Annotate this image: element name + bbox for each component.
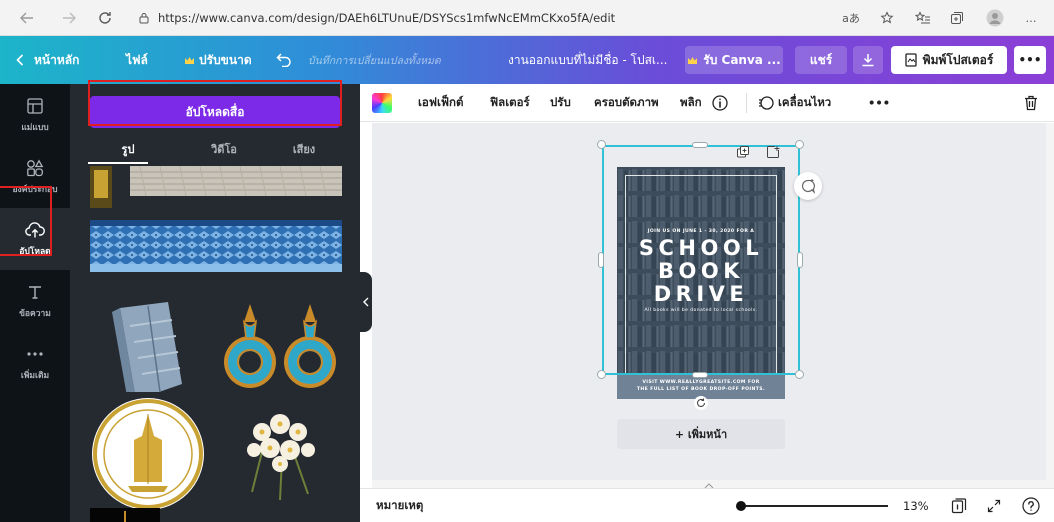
print-icon: [905, 53, 917, 67]
color-picker-swatch[interactable]: [372, 93, 392, 113]
highlight-uploads-annotation: [0, 186, 52, 256]
highlight-upload-button-annotation: [88, 80, 342, 126]
uploaded-image-thumbnail[interactable]: [90, 508, 160, 522]
chevron-left-icon: [16, 54, 24, 66]
rotate-icon[interactable]: [694, 396, 708, 410]
uploaded-image-thumbnail[interactable]: [88, 392, 210, 510]
active-tab-indicator: [88, 162, 148, 164]
collapse-panel-handle[interactable]: [360, 272, 372, 332]
add-page-corner-icon[interactable]: [766, 145, 780, 159]
status-bar: หมายเหตุ 13%: [360, 488, 1054, 522]
resize-handle-top-right[interactable]: [795, 140, 804, 149]
browser-menu-icon[interactable]: …: [1020, 8, 1042, 28]
animate-label: เคลื่อนไหว: [778, 95, 832, 109]
profile-avatar-icon[interactable]: [984, 8, 1006, 28]
more-options-button[interactable]: •••: [1014, 46, 1046, 74]
selection-outline: [602, 145, 800, 375]
fullscreen-icon[interactable]: [985, 497, 1003, 515]
undo-icon[interactable]: [276, 36, 292, 84]
add-page-button[interactable]: + เพิ่มหน้า: [617, 419, 785, 449]
print-label: พิมพ์โปสเตอร์: [922, 52, 994, 67]
zoom-slider-track[interactable]: [738, 505, 888, 507]
save-status: บันทึกการเปลี่ยนแปลงทั้งหมด: [308, 54, 441, 67]
help-icon[interactable]: [1022, 497, 1040, 515]
toolbar-more-button[interactable]: •••: [868, 84, 890, 122]
forward-arrow-icon[interactable]: [60, 9, 78, 27]
home-button[interactable]: หน้าหลัก: [16, 36, 79, 84]
rail-item-templates[interactable]: แม่แบบ: [0, 84, 70, 146]
resize-handle-top-left[interactable]: [597, 140, 606, 149]
media-tabs: รูป วิดีโอ เสียง: [70, 140, 360, 164]
lock-icon: [138, 12, 150, 24]
crown-icon: [184, 56, 195, 65]
favorites-list-icon[interactable]: [912, 8, 934, 28]
resize-handle-top[interactable]: [692, 142, 708, 148]
duplicate-icon[interactable]: [737, 146, 749, 158]
resize-button[interactable]: ปรับขนาด: [184, 36, 252, 84]
resize-handle-right[interactable]: [797, 252, 803, 268]
file-menu-button[interactable]: ไฟล์: [126, 36, 148, 84]
add-comment-icon[interactable]: [794, 172, 822, 200]
adjust-button[interactable]: ปรับ: [550, 84, 571, 122]
resize-label: ปรับขนาด: [199, 52, 252, 67]
zoom-level[interactable]: 13%: [903, 489, 929, 522]
rail-label: ข้อความ: [19, 309, 51, 319]
browser-toolbar: https://www.canva.com/design/DAEh6LTUnuE…: [0, 0, 1054, 36]
rail-item-more[interactable]: เพิ่มเติม: [0, 332, 70, 394]
design-title[interactable]: งานออกแบบที่ไม่มีชื่อ - โปสเ...: [508, 36, 667, 84]
crown-icon: [687, 56, 698, 65]
editor-header: หน้าหลัก ไฟล์ ปรับขนาด บันทึกการเปลี่ยนแ…: [0, 36, 1054, 84]
collections-icon[interactable]: [946, 8, 968, 28]
favorite-star-icon[interactable]: [876, 8, 898, 28]
address-bar[interactable]: https://www.canva.com/design/DAEh6LTUnuE…: [138, 6, 818, 30]
uploaded-image-thumbnail[interactable]: [222, 392, 340, 510]
trash-icon[interactable]: [1024, 84, 1038, 122]
resize-handle-bottom[interactable]: [692, 372, 708, 378]
animate-button[interactable]: เคลื่อนไหว: [758, 84, 831, 122]
rail-label: เพิ่มเติม: [20, 371, 50, 381]
elements-icon: [25, 158, 45, 178]
side-nav-rail: แม่แบบ องค์ประกอบ อัปโหลด ข้อความ เพิ่มเ…: [0, 84, 70, 522]
effects-button[interactable]: เอฟเฟ็กต์: [418, 84, 463, 122]
image-toolbar: เอฟเฟ็กต์ ฟิลเตอร์ ปรับ ครอบตัดภาพ พลิก …: [360, 84, 1054, 122]
resize-handle-bottom-left[interactable]: [597, 370, 606, 379]
poster-footer-line1: VISIT WWW.REALLYGREATSITE.COM FOR: [642, 380, 760, 385]
rail-label: แม่แบบ: [21, 123, 49, 133]
page-count-icon[interactable]: [950, 497, 968, 515]
uploaded-image-thumbnail[interactable]: [90, 220, 342, 272]
read-aloud-icon[interactable]: aあ: [840, 8, 862, 28]
crop-button[interactable]: ครอบตัดภาพ: [594, 84, 659, 122]
info-icon[interactable]: [712, 84, 728, 122]
notes-button[interactable]: หมายเหตุ: [376, 489, 423, 522]
filter-button[interactable]: ฟิลเตอร์: [490, 84, 530, 122]
reload-icon[interactable]: [96, 9, 114, 27]
resize-handle-bottom-right[interactable]: [795, 370, 804, 379]
uploads-panel: อัปโหลดสื่อ รูป วิดีโอ เสียง: [70, 84, 360, 522]
vertical-scrollbar[interactable]: [1046, 123, 1054, 488]
url-text: https://www.canva.com/design/DAEh6LTUnuE…: [158, 11, 616, 25]
zoom-slider-knob[interactable]: [736, 501, 746, 511]
text-icon: [25, 282, 45, 302]
back-arrow-icon[interactable]: [18, 9, 36, 27]
more-dots-icon: [25, 344, 45, 364]
template-icon: [25, 96, 45, 116]
print-poster-button[interactable]: พิมพ์โปสเตอร์: [891, 46, 1007, 74]
tab-audio[interactable]: เสียง: [256, 140, 352, 158]
rail-item-text[interactable]: ข้อความ: [0, 270, 70, 332]
get-pro-label: รับ Canva ...: [703, 52, 781, 67]
toolbar-divider: [746, 93, 747, 113]
share-button[interactable]: แชร์: [795, 46, 847, 74]
download-icon[interactable]: [853, 46, 883, 74]
poster-footer-line2: THE FULL LIST OF BOOK DROP-OFF POINTS.: [636, 387, 766, 392]
animate-icon: [758, 95, 774, 111]
flip-button[interactable]: พลิก: [680, 84, 702, 122]
uploaded-image-thumbnail[interactable]: [90, 166, 342, 208]
get-canva-pro-button[interactable]: รับ Canva ...: [685, 46, 783, 74]
home-label: หน้าหลัก: [34, 52, 80, 67]
tab-images[interactable]: รูป: [80, 140, 176, 158]
resize-handle-left[interactable]: [598, 252, 604, 268]
